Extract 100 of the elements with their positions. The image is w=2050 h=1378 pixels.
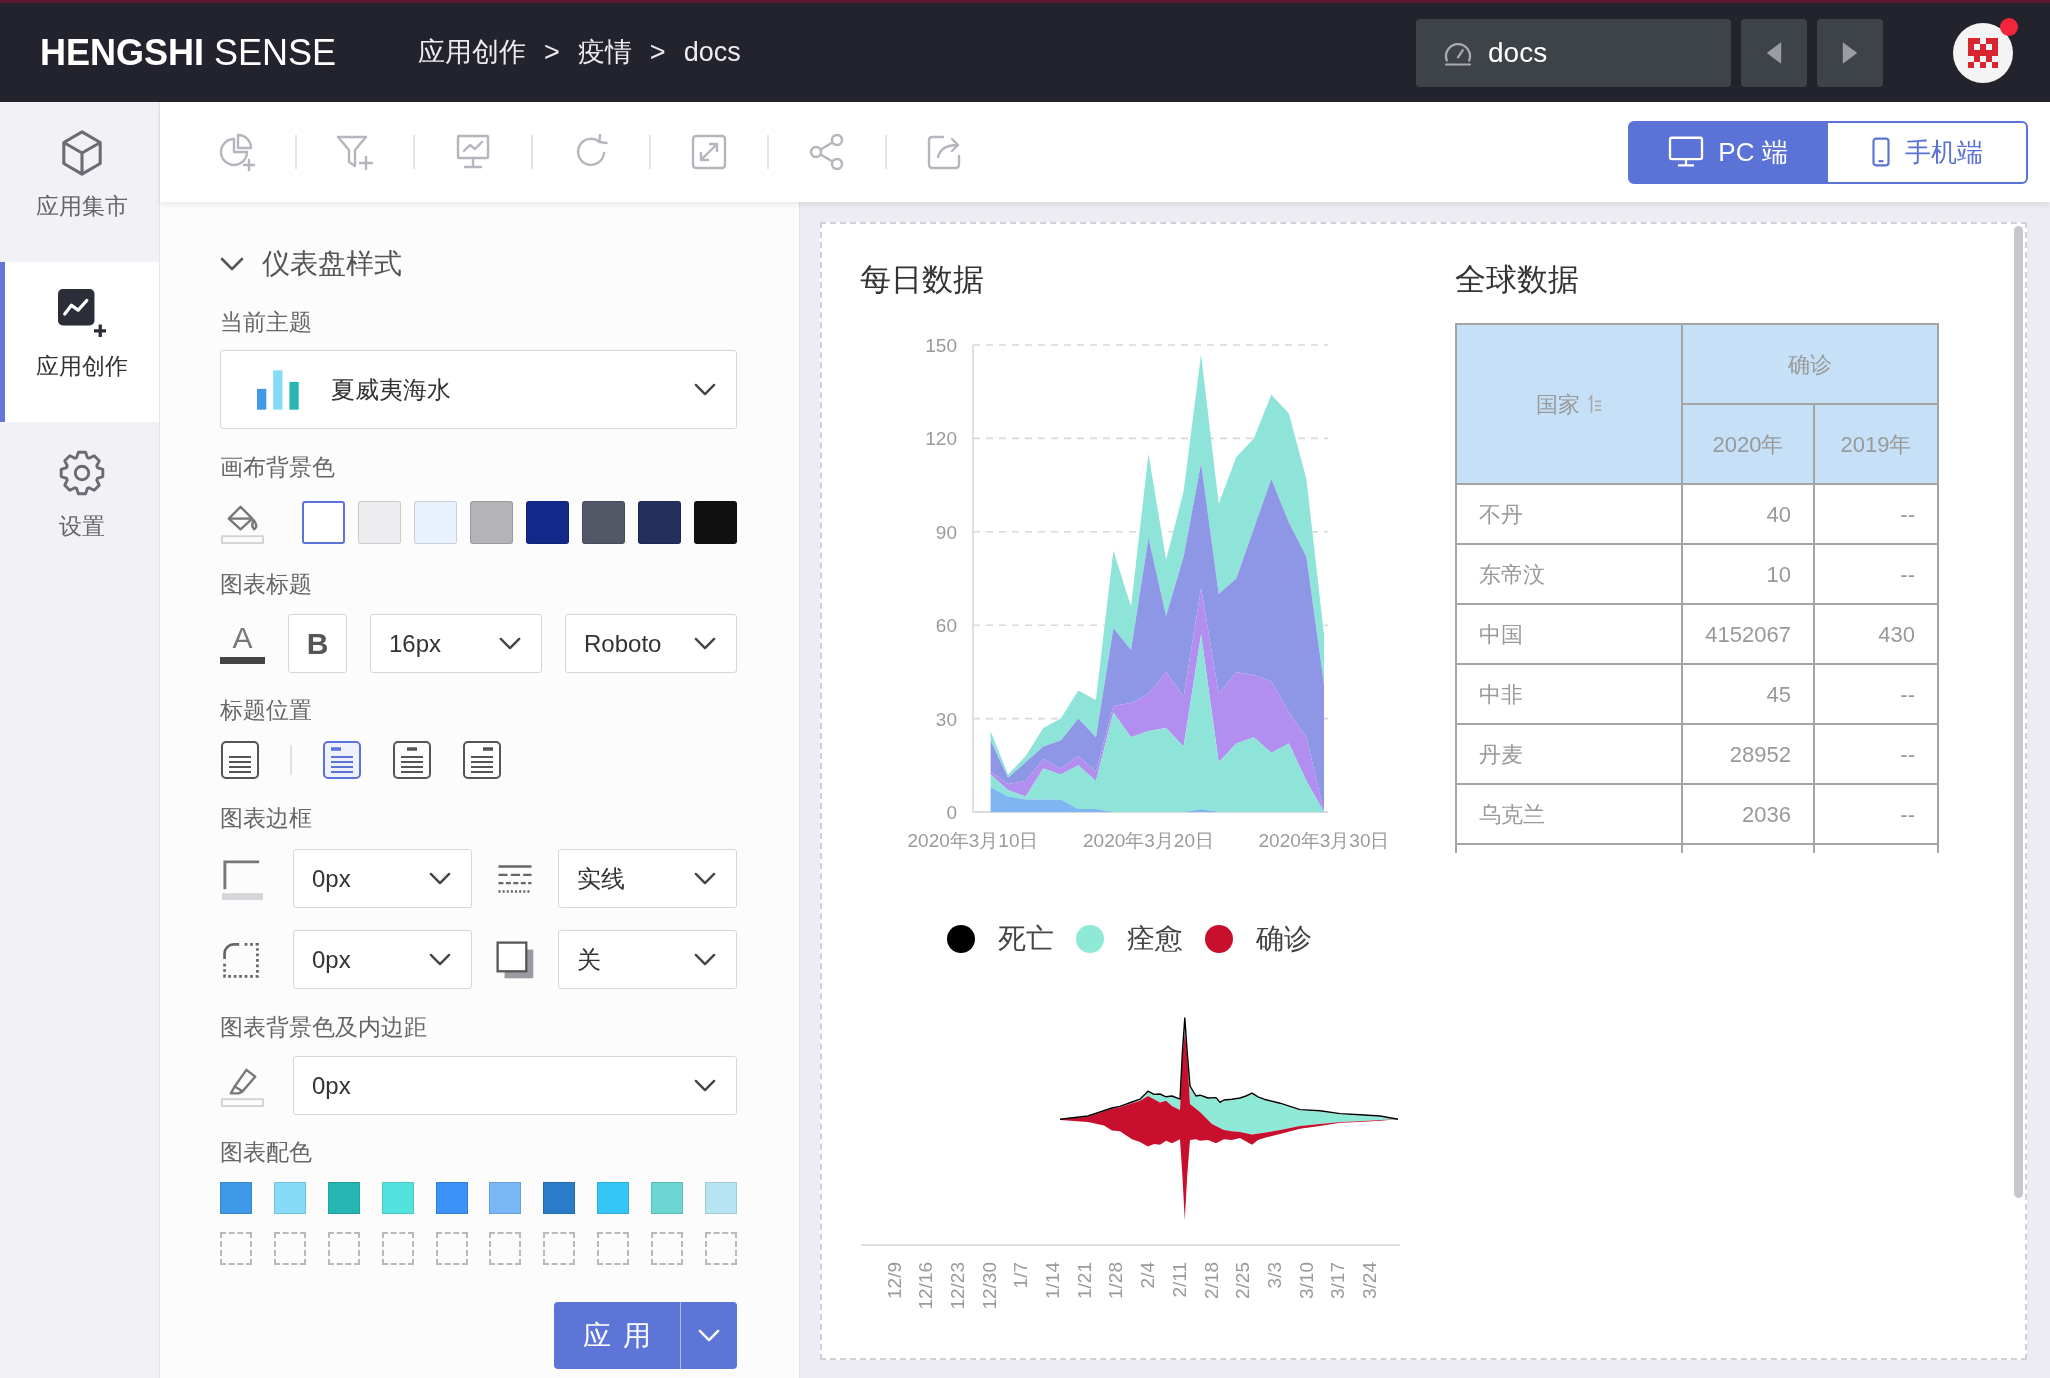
chart-plus-icon [58, 288, 106, 337]
table-title: 全球数据 [1454, 261, 1580, 299]
field-label: 图表背景色及内边距 [220, 1013, 428, 1042]
chart-title: 每日数据 [859, 261, 985, 299]
chevron-down-icon [499, 637, 521, 650]
table-cell: -- [1814, 544, 1938, 604]
legend-label: 痊愈 [1127, 925, 1183, 953]
axis-label: 12/16 [915, 1262, 937, 1310]
sidebar-item[interactable]: 应用集市 [0, 102, 159, 262]
table-cell: 430 [1814, 604, 1938, 664]
previous-button[interactable] [1741, 18, 1807, 87]
axis-label: 3/3 [1263, 1262, 1285, 1289]
axis-label: 90 [935, 521, 957, 543]
axis-label: 12/23 [946, 1262, 968, 1310]
field-label: 图表配色 [220, 1138, 313, 1167]
expand-icon[interactable] [689, 132, 729, 172]
field-label: 图表边框 [220, 804, 313, 833]
empty-color-slot-icon[interactable] [273, 1232, 306, 1265]
chevron-down-icon [694, 1079, 716, 1092]
table-cell: 中非 [1456, 664, 1682, 724]
chevron-down-icon [429, 953, 451, 966]
table-cell: 乌克兰 [1456, 784, 1682, 844]
axis-label: 3/10 [1295, 1262, 1317, 1299]
axis-label: 2/11 [1168, 1262, 1190, 1298]
axis-label: 0 [946, 802, 957, 823]
chevron-down-icon [429, 872, 451, 885]
line-style-select[interactable]: 实线 [558, 849, 737, 908]
color-swatch-icon[interactable] [302, 501, 345, 544]
axis-label: 2020年3月10日 [907, 830, 1039, 851]
corner-radius-select[interactable]: 0px [293, 930, 472, 989]
table-cell: -- [1814, 724, 1938, 784]
axis-label: 2/25 [1232, 1262, 1254, 1299]
table-cell: -- [1814, 784, 1938, 844]
table-cell: 10 [1682, 544, 1814, 604]
monitor-icon [1668, 136, 1705, 168]
scrollbar-thumb[interactable] [2014, 226, 2023, 1198]
breadcrumb-separator: > [544, 36, 560, 70]
shadow-select[interactable]: 关 [558, 930, 737, 989]
table-cell: 28952 [1682, 724, 1814, 784]
empty-color-slot-icon[interactable] [489, 1232, 522, 1265]
axis-label: 60 [935, 615, 957, 637]
title-right-icon[interactable] [462, 740, 502, 780]
breadcrumb-link[interactable]: 应用创作 [418, 32, 527, 73]
section-title: 仪表盘样式 [262, 247, 402, 281]
pie-chart-plus-icon[interactable] [217, 132, 257, 172]
gear-icon [58, 448, 106, 497]
empty-color-slot-icon[interactable] [381, 1232, 414, 1265]
title-center-icon[interactable] [392, 740, 432, 780]
sort-icon[interactable] [1588, 393, 1602, 414]
breadcrumb-link[interactable]: docs [683, 32, 741, 73]
empty-color-slot-icon[interactable] [543, 1232, 576, 1265]
field-label: 当前主题 [220, 308, 313, 337]
breadcrumb-link[interactable]: 疫情 [577, 32, 632, 73]
next-button[interactable] [1817, 18, 1883, 87]
field-label: 标题位置 [220, 696, 313, 725]
empty-color-slot-icon[interactable] [704, 1232, 737, 1265]
axis-label: 2020年3月20日 [1083, 830, 1214, 851]
axis-label: 30 [935, 708, 957, 730]
bold-button[interactable]: B [288, 614, 347, 673]
bar-chart-icon [257, 369, 301, 410]
legend-label: 死亡 [998, 925, 1054, 953]
axis-label: 2/4 [1137, 1262, 1159, 1289]
empty-color-slot-icon[interactable] [220, 1232, 252, 1265]
empty-color-slot-icon[interactable] [435, 1232, 468, 1265]
avatar-icon[interactable] [1953, 22, 2013, 83]
empty-color-slot-icon[interactable] [651, 1232, 683, 1265]
empty-color-slot-icon[interactable] [597, 1232, 630, 1265]
breadcrumb-separator: > [649, 36, 666, 70]
apply-button[interactable]: 应用 [554, 1302, 680, 1369]
apply-menu-button[interactable] [680, 1302, 737, 1369]
text-lines-icon[interactable] [220, 740, 260, 780]
chevron-down-icon[interactable] [220, 257, 244, 271]
table-cell: 中国 [1456, 604, 1682, 664]
column-header: 确诊 [1682, 324, 1938, 404]
table-cell: -- [1814, 664, 1938, 724]
table-cell: 40 [1682, 484, 1814, 544]
view-mode-tab[interactable]: 手机端 [1828, 120, 2028, 184]
axis-label: 3/17 [1327, 1262, 1349, 1299]
font-size-select[interactable]: 16px [370, 614, 542, 673]
dashboard-picker[interactable]: docs [1416, 18, 1731, 87]
table-cell: 丹麦 [1456, 724, 1682, 784]
axis-label: 2020年3月30日 [1258, 830, 1390, 851]
table-cell: -- [1814, 484, 1938, 544]
text-color-button[interactable]: A [220, 614, 265, 673]
title-left-icon[interactable] [322, 740, 362, 780]
sidebar-item[interactable]: 应用创作 [0, 262, 159, 422]
theme-select[interactable]: 夏威夷海水 [220, 350, 737, 429]
axis-label: 120 [925, 428, 957, 450]
padding-select[interactable]: 0px [293, 1056, 737, 1115]
axis-label: 12/30 [978, 1262, 1000, 1310]
chevron-down-icon [694, 637, 716, 650]
chevron-down-icon [698, 1329, 720, 1342]
empty-color-slot-icon[interactable] [327, 1232, 360, 1265]
chevron-down-icon [694, 872, 716, 885]
chevron-down-icon [694, 953, 716, 966]
border-width-select[interactable]: 0px [293, 849, 472, 908]
view-mode-tab[interactable]: PC 端 [1628, 120, 1828, 184]
sidebar-item[interactable]: 设置 [0, 422, 159, 582]
legend-label: 确诊 [1256, 925, 1312, 953]
font-family-select[interactable]: Roboto [565, 614, 737, 673]
